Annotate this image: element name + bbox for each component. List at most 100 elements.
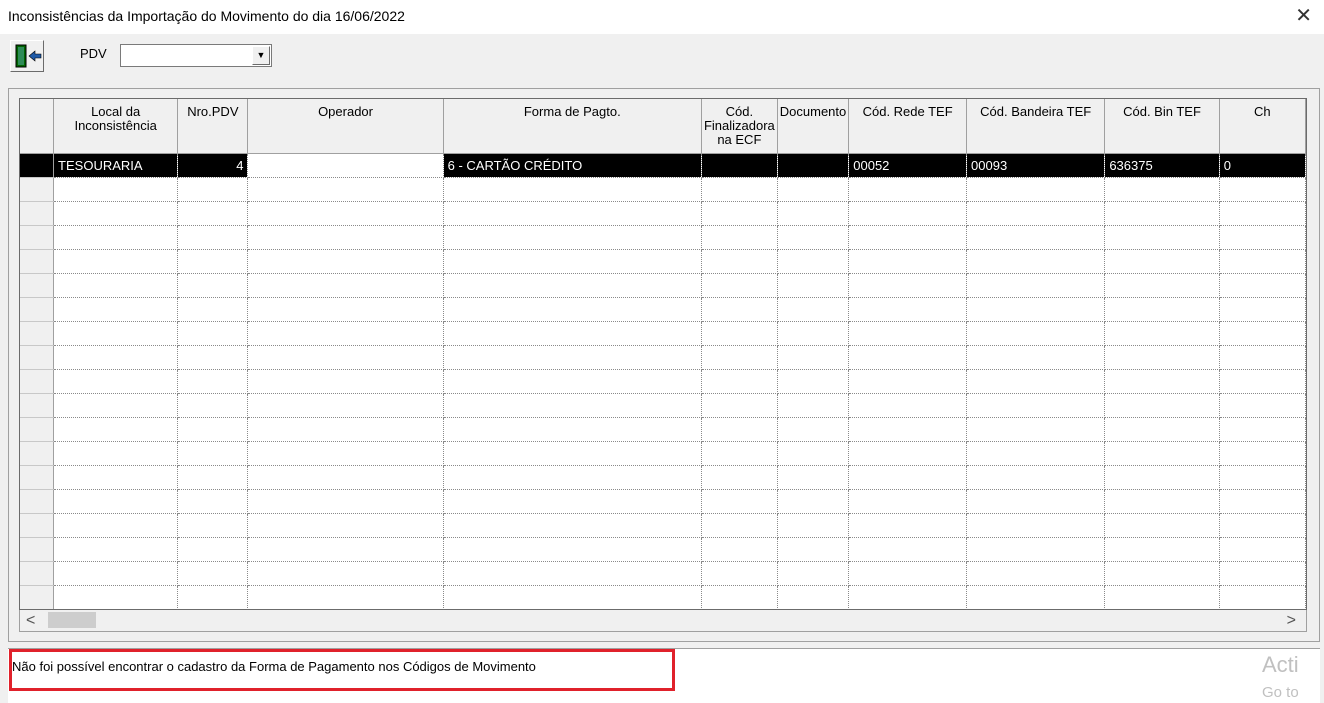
table-cell[interactable]	[701, 177, 778, 202]
table-cell[interactable]	[966, 273, 1106, 298]
table-cell[interactable]	[966, 513, 1106, 538]
table-row[interactable]	[20, 321, 1306, 346]
table-cell[interactable]	[443, 177, 702, 202]
table-row[interactable]	[20, 465, 1306, 490]
table-cell[interactable]	[177, 273, 249, 298]
table-cell[interactable]	[1219, 585, 1306, 609]
row-indicator[interactable]	[20, 537, 55, 562]
row-indicator[interactable]	[20, 393, 55, 418]
table-cell[interactable]	[1104, 225, 1220, 250]
table-cell[interactable]	[443, 393, 702, 418]
table-cell[interactable]	[247, 561, 444, 586]
table-cell[interactable]	[177, 537, 249, 562]
table-cell[interactable]	[701, 417, 778, 442]
table-cell[interactable]	[177, 465, 249, 490]
row-indicator[interactable]	[20, 585, 55, 609]
table-cell[interactable]	[443, 249, 702, 274]
table-cell[interactable]	[53, 225, 179, 250]
table-cell[interactable]	[1219, 369, 1306, 394]
table-cell[interactable]	[848, 417, 968, 442]
table-cell[interactable]	[1219, 513, 1306, 538]
table-cell[interactable]	[777, 177, 850, 202]
table-cell[interactable]	[701, 345, 778, 370]
table-cell[interactable]	[53, 273, 179, 298]
table-cell[interactable]	[848, 321, 968, 346]
scroll-left-icon[interactable]: <	[26, 612, 35, 630]
table-row[interactable]	[20, 249, 1306, 274]
row-indicator[interactable]	[20, 561, 55, 586]
table-cell[interactable]: 0	[1219, 153, 1306, 178]
column-header[interactable]: Cód. Bin TEF	[1104, 99, 1220, 154]
table-cell[interactable]	[777, 513, 850, 538]
table-cell[interactable]	[848, 393, 968, 418]
row-indicator[interactable]	[20, 489, 55, 514]
table-cell[interactable]	[701, 441, 778, 466]
table-row[interactable]	[20, 537, 1306, 562]
table-cell[interactable]	[777, 369, 850, 394]
table-cell[interactable]: 00052	[848, 153, 968, 178]
table-cell[interactable]: 4	[177, 153, 249, 178]
table-cell[interactable]	[177, 249, 249, 274]
table-cell[interactable]	[848, 225, 968, 250]
table-cell[interactable]	[701, 513, 778, 538]
table-cell[interactable]	[247, 489, 444, 514]
table-cell[interactable]	[966, 393, 1106, 418]
column-header[interactable]: Documento	[777, 99, 850, 154]
table-cell[interactable]	[1104, 561, 1220, 586]
table-cell[interactable]	[1104, 393, 1220, 418]
row-indicator[interactable]	[20, 273, 55, 298]
row-indicator[interactable]	[20, 465, 55, 490]
table-cell[interactable]	[1219, 393, 1306, 418]
table-cell[interactable]	[53, 537, 179, 562]
table-cell[interactable]	[443, 465, 702, 490]
table-cell[interactable]	[443, 321, 702, 346]
table-cell[interactable]	[848, 345, 968, 370]
row-indicator[interactable]	[20, 441, 55, 466]
table-cell[interactable]	[177, 345, 249, 370]
table-cell[interactable]	[1104, 321, 1220, 346]
table-cell[interactable]	[53, 489, 179, 514]
table-row[interactable]	[20, 489, 1306, 514]
column-header[interactable]: Ch	[1219, 99, 1306, 154]
table-cell[interactable]	[247, 417, 444, 442]
table-cell[interactable]	[848, 201, 968, 226]
table-cell[interactable]	[1104, 513, 1220, 538]
table-cell[interactable]	[1104, 273, 1220, 298]
table-cell[interactable]	[777, 489, 850, 514]
table-cell[interactable]	[848, 273, 968, 298]
table-cell[interactable]	[701, 537, 778, 562]
table-cell[interactable]	[966, 201, 1106, 226]
table-cell[interactable]	[1219, 249, 1306, 274]
scroll-right-icon[interactable]: >	[1287, 612, 1296, 630]
horizontal-scrollbar[interactable]: < >	[19, 610, 1307, 632]
table-cell[interactable]	[443, 345, 702, 370]
table-row[interactable]	[20, 393, 1306, 418]
table-cell[interactable]	[848, 537, 968, 562]
table-cell[interactable]	[701, 465, 778, 490]
table-cell[interactable]	[966, 537, 1106, 562]
table-cell[interactable]	[777, 225, 850, 250]
table-cell[interactable]	[247, 249, 444, 274]
table-cell[interactable]	[966, 585, 1106, 609]
table-cell[interactable]	[177, 201, 249, 226]
table-row[interactable]	[20, 441, 1306, 466]
table-cell[interactable]	[1219, 321, 1306, 346]
table-cell[interactable]	[53, 441, 179, 466]
table-cell[interactable]	[966, 465, 1106, 490]
table-row[interactable]	[20, 177, 1306, 202]
table-cell[interactable]	[1104, 297, 1220, 322]
table-cell[interactable]	[53, 321, 179, 346]
column-header[interactable]: Nro.PDV	[177, 99, 249, 154]
table-cell[interactable]	[247, 153, 444, 178]
table-cell[interactable]	[1104, 441, 1220, 466]
table-cell[interactable]	[848, 441, 968, 466]
table-cell[interactable]	[177, 513, 249, 538]
table-cell[interactable]	[966, 297, 1106, 322]
table-cell[interactable]	[53, 465, 179, 490]
table-cell[interactable]	[848, 513, 968, 538]
table-cell[interactable]	[966, 225, 1106, 250]
table-cell[interactable]	[701, 489, 778, 514]
exit-button[interactable]	[10, 40, 44, 72]
table-cell[interactable]	[848, 177, 968, 202]
table-cell[interactable]	[247, 585, 444, 609]
